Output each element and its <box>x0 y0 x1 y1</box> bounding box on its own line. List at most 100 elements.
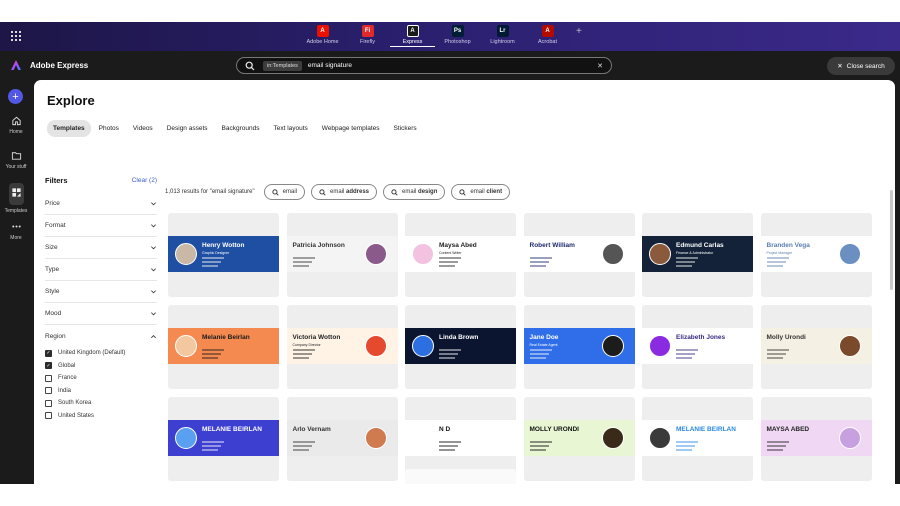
checkbox[interactable] <box>45 374 52 382</box>
contact-line <box>766 261 786 263</box>
template-card[interactable]: MELANIE BEIRLAN <box>642 397 753 481</box>
tab-design-assets[interactable]: Design assets <box>161 120 214 137</box>
rail-label: Your stuff <box>5 164 27 170</box>
template-card[interactable]: Henry Wotton Graphic Designer <box>168 213 279 297</box>
tab-stickers[interactable]: Stickers <box>388 120 423 137</box>
clear-filters-link[interactable]: Clear (2) <box>132 177 157 184</box>
contact-line <box>292 349 315 351</box>
contact-line <box>529 261 549 263</box>
app-lightroom[interactable]: Lr Lightroom <box>480 25 525 47</box>
app-photoshop[interactable]: Ps Photoshop <box>435 25 480 47</box>
avatar <box>838 243 861 265</box>
suggestion-pill[interactable]: email <box>263 184 305 200</box>
filter-label: Region <box>45 332 66 340</box>
suggestion-pill[interactable]: email client <box>451 184 511 200</box>
template-card[interactable]: MOLLY URONDI <box>523 397 635 481</box>
region-option[interactable]: United States <box>45 410 157 423</box>
tab-videos[interactable]: Videos <box>127 120 159 137</box>
add-app-icon[interactable]: + <box>576 26 582 47</box>
tab-webpage-templates[interactable]: Webpage templates <box>316 120 386 137</box>
app-acrobat[interactable]: A Acrobat <box>525 25 570 47</box>
app-firefly[interactable]: Fi Firefly <box>345 25 390 47</box>
close-search-button[interactable]: ✕ Close search <box>827 57 895 75</box>
filter-format[interactable]: Format <box>45 215 157 237</box>
rail-label: Home <box>9 129 23 135</box>
close-icon: ✕ <box>837 63 843 70</box>
template-card[interactable]: Branden Vega Project Manager <box>760 213 872 297</box>
template-card[interactable]: Arlo Vernam <box>286 397 398 481</box>
template-card[interactable]: Melanie Beirlan <box>168 305 279 389</box>
region-option[interactable]: ✓ Global <box>45 360 157 373</box>
template-role: Content Writer <box>439 251 462 255</box>
rail-item-home[interactable]: Home <box>0 115 32 135</box>
tab-backgrounds[interactable]: Backgrounds <box>216 120 266 137</box>
chevron-down-icon <box>151 268 156 272</box>
suggestion-pill[interactable]: email design <box>383 184 446 200</box>
template-card[interactable]: Edmund Carlas Finance & Administrator <box>642 213 753 297</box>
chevron-down-icon <box>151 290 156 294</box>
brand[interactable]: Adobe Express <box>10 59 88 71</box>
filter-region[interactable]: Region <box>45 325 157 347</box>
contact-line <box>439 265 455 267</box>
template-card[interactable]: Elizabeth Jones <box>642 305 753 389</box>
template-card[interactable]: Patricia Johnson <box>286 213 398 297</box>
template-card[interactable]: MELANIE BEIRLAN <box>168 397 279 481</box>
results-bar: 1,013 results for "email signature" emai… <box>165 184 511 200</box>
checkbox[interactable] <box>45 387 52 395</box>
app-label: Acrobat <box>538 39 557 45</box>
filter-mood[interactable]: Mood <box>45 303 157 325</box>
region-option[interactable]: ✓ United Kingdom (Default) <box>45 347 157 360</box>
template-card[interactable]: hello <box>405 469 516 484</box>
avatar <box>838 335 861 357</box>
tab-photos[interactable]: Photos <box>93 120 125 137</box>
search-input[interactable] <box>307 62 598 69</box>
rail-item-templates[interactable]: Templates <box>0 183 32 214</box>
template-card[interactable]: Robert William <box>523 213 635 297</box>
tab-templates[interactable]: Templates <box>47 120 91 137</box>
scrollbar[interactable] <box>890 190 893 290</box>
template-name: Linda Brown <box>439 334 479 341</box>
checkbox[interactable] <box>45 399 52 407</box>
suggestion-text: email design <box>402 189 437 195</box>
rail-item-your-stuff[interactable]: Your stuff <box>0 150 32 170</box>
app-adobe-home[interactable]: A Adobe Home <box>300 25 345 47</box>
acrobat-icon: A <box>541 25 554 37</box>
contact-line <box>439 353 458 355</box>
filter-type[interactable]: Type <box>45 259 157 281</box>
template-name: Maysa Abed <box>439 242 477 249</box>
contact-line <box>676 449 692 451</box>
rail-item-more[interactable]: More <box>0 221 32 241</box>
search-scope-chip[interactable]: in:Templates <box>263 60 302 71</box>
filter-size[interactable]: Size <box>45 237 157 259</box>
app-express[interactable]: A Express <box>390 25 435 47</box>
template-card[interactable]: Jane Doe Real Estate Agent <box>523 305 635 389</box>
rail-label: Templates <box>4 208 28 214</box>
app-label: Photoshop <box>444 39 471 45</box>
checkbox[interactable]: ✓ <box>45 362 52 370</box>
checkbox[interactable] <box>45 412 52 420</box>
contact-line <box>766 353 786 355</box>
region-option[interactable]: France <box>45 372 157 385</box>
checkbox[interactable]: ✓ <box>45 349 52 357</box>
search-bar[interactable]: in:Templates ✕ <box>236 57 612 74</box>
template-name: MOLLY URONDI <box>529 426 579 433</box>
app-label: Adobe Home <box>306 39 339 45</box>
template-preview: N D <box>405 420 516 456</box>
template-card[interactable]: MAYSA ABED <box>760 397 872 481</box>
create-new-button[interactable]: + <box>8 89 23 104</box>
filter-price[interactable]: Price <box>45 193 157 215</box>
region-option[interactable]: South Korea <box>45 397 157 410</box>
region-option[interactable]: India <box>45 385 157 398</box>
template-card[interactable]: Molly Urondi <box>760 305 872 389</box>
suggestion-pill[interactable]: email address <box>310 184 378 200</box>
template-card[interactable]: Maysa Abed Content Writer <box>405 213 516 297</box>
app-launcher-icon[interactable] <box>11 31 21 41</box>
template-name: Branden Vega <box>766 242 810 249</box>
template-card[interactable]: Linda Brown <box>405 305 516 389</box>
tab-text-layouts[interactable]: Text layouts <box>267 120 313 137</box>
template-card[interactable]: Victoria Wotton Company Director <box>286 305 398 389</box>
filter-style[interactable]: Style <box>45 281 157 303</box>
home-icon <box>11 116 21 126</box>
page-title: Explore <box>47 93 95 108</box>
clear-search-icon[interactable]: ✕ <box>597 62 603 70</box>
